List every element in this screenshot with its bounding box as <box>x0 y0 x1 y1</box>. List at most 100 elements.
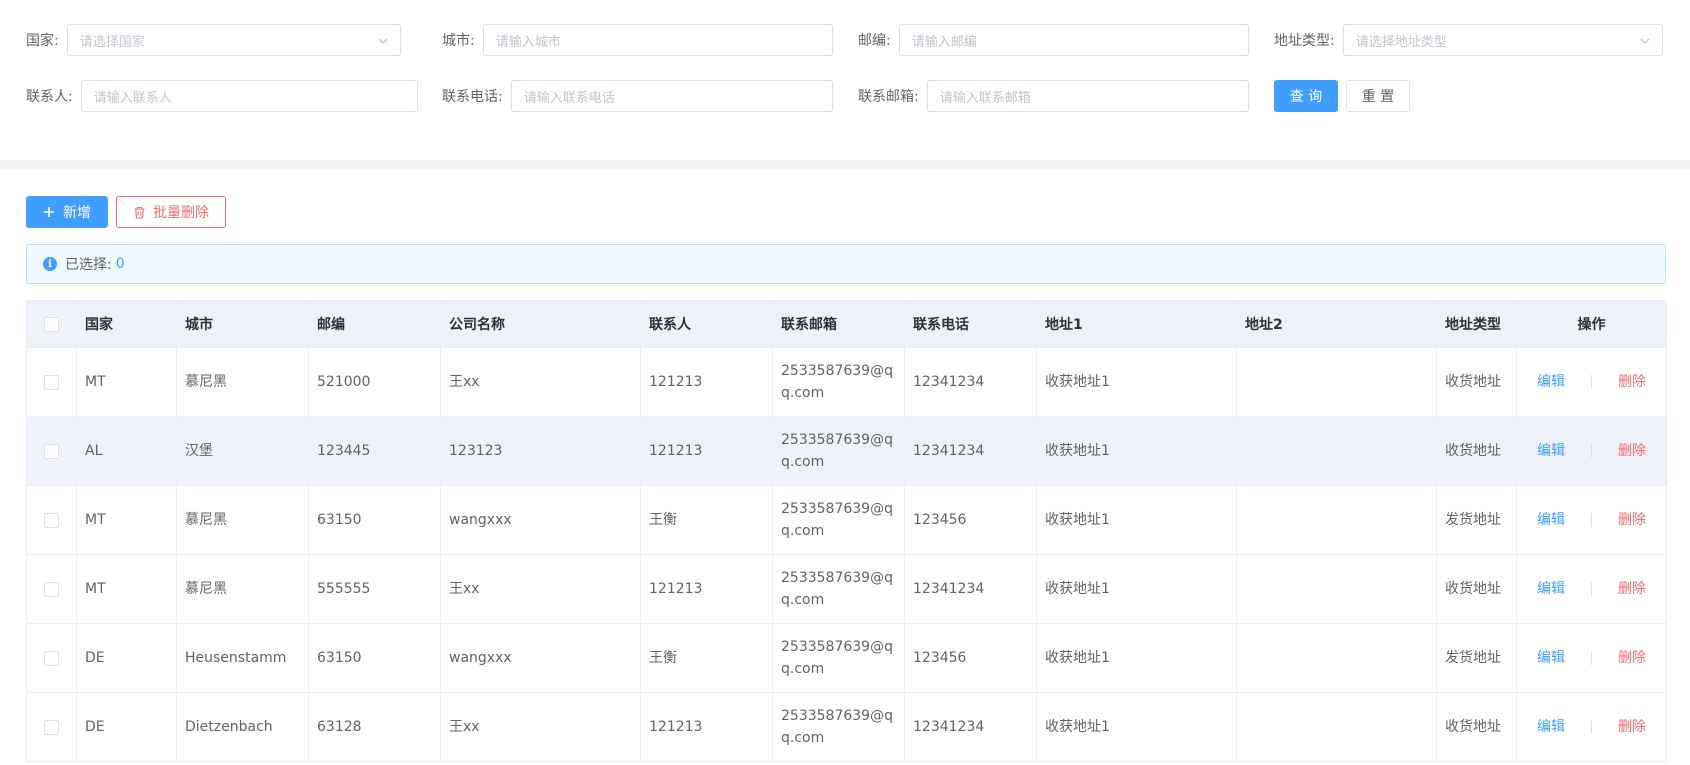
reset-button[interactable]: 重 置 <box>1346 80 1410 112</box>
cell-address2 <box>1236 623 1437 693</box>
table-row: MT 慕尼黑 521000 王xx 121213 2533587639@qq.c… <box>26 347 1667 417</box>
batch-delete-label: 批量删除 <box>153 205 209 221</box>
row-select-cell <box>26 554 77 624</box>
cell-email: 2533587639@qq.com <box>772 554 905 624</box>
row-select-cell <box>26 623 77 693</box>
edit-link[interactable]: 编辑 <box>1537 578 1565 600</box>
cell-email: 2533587639@qq.com <box>772 485 905 555</box>
address-type-placeholder: 请选择地址类型 <box>1355 34 1447 50</box>
city-input[interactable]: 请输入城市 <box>482 24 833 56</box>
action-divider <box>1591 444 1592 458</box>
cell-email: 2533587639@qq.com <box>772 416 905 486</box>
cell-address1: 收获地址1 <box>1036 623 1237 693</box>
delete-link[interactable]: 删除 <box>1618 509 1646 531</box>
delete-link[interactable]: 删除 <box>1618 578 1646 600</box>
address-type-select[interactable]: 请选择地址类型 <box>1342 24 1663 56</box>
row-actions: 编辑 删除 <box>1525 509 1658 531</box>
edit-link[interactable]: 编辑 <box>1537 371 1565 393</box>
delete-link[interactable]: 删除 <box>1618 371 1646 393</box>
cell-contact: 121213 <box>640 692 773 762</box>
edit-link[interactable]: 编辑 <box>1537 716 1565 738</box>
row-checkbox[interactable] <box>44 512 59 528</box>
action-divider <box>1591 651 1592 665</box>
select-all-cell <box>26 300 77 348</box>
cell-country: DE <box>76 692 177 762</box>
cell-country: MT <box>76 485 177 555</box>
cell-address2 <box>1236 554 1437 624</box>
cell-contact: 121213 <box>640 347 773 417</box>
cell-city: Heusenstamm <box>176 623 309 693</box>
zip-filter: 邮编: 请输入邮编 <box>858 24 1249 56</box>
row-select-cell <box>26 692 77 762</box>
header-company[interactable]: 公司名称 <box>440 300 641 348</box>
select-all-checkbox[interactable] <box>44 316 59 332</box>
header-address1[interactable]: 地址1 <box>1036 300 1237 348</box>
email-placeholder: 请输入联系邮箱 <box>939 90 1031 106</box>
delete-link[interactable]: 删除 <box>1618 647 1646 669</box>
selection-label: 已选择: <box>65 257 112 273</box>
table-header-row: 国家 城市 邮编 公司名称 联系人 联系邮箱 联系电话 地址1 地址2 地址类型… <box>26 300 1667 348</box>
cell-zip: 63150 <box>308 485 441 555</box>
header-contact[interactable]: 联系人 <box>640 300 773 348</box>
cell-email: 2533587639@qq.com <box>772 347 905 417</box>
email-input[interactable]: 请输入联系邮箱 <box>926 80 1249 112</box>
email-filter: 联系邮箱: 请输入联系邮箱 <box>858 80 1249 112</box>
zip-input[interactable]: 请输入邮编 <box>898 24 1249 56</box>
phone-input[interactable]: 请输入联系电话 <box>510 80 833 112</box>
contact-input[interactable]: 请输入联系人 <box>80 80 418 112</box>
header-email[interactable]: 联系邮箱 <box>772 300 905 348</box>
header-phone[interactable]: 联系电话 <box>904 300 1037 348</box>
address-type-filter: 地址类型: 请选择地址类型 <box>1274 24 1663 56</box>
zip-placeholder: 请输入邮编 <box>911 34 977 50</box>
cell-country: DE <box>76 623 177 693</box>
row-checkbox[interactable] <box>44 719 59 735</box>
chevron-down-icon <box>1640 38 1650 44</box>
selection-count: 0 <box>115 256 125 272</box>
country-placeholder: 请选择国家 <box>79 34 145 50</box>
chevron-down-icon <box>378 38 388 44</box>
cell-address1: 收获地址1 <box>1036 554 1237 624</box>
cell-zip: 63150 <box>308 623 441 693</box>
delete-link[interactable]: 删除 <box>1618 440 1646 462</box>
info-icon: i <box>43 257 57 271</box>
delete-link[interactable]: 删除 <box>1618 716 1646 738</box>
row-select-cell <box>26 416 77 486</box>
cell-phone: 123456 <box>904 623 1037 693</box>
header-city[interactable]: 城市 <box>176 300 309 348</box>
cell-zip: 521000 <box>308 347 441 417</box>
header-country[interactable]: 国家 <box>76 300 177 348</box>
cell-zip: 63128 <box>308 692 441 762</box>
cell-country: AL <box>76 416 177 486</box>
table-row: DE Dietzenbach 63128 王xx 121213 25335876… <box>26 692 1667 762</box>
cell-contact: 王衡 <box>640 623 773 693</box>
cell-address2 <box>1236 416 1437 486</box>
batch-delete-button[interactable]: 批量删除 <box>116 196 226 228</box>
header-zip[interactable]: 邮编 <box>308 300 441 348</box>
edit-link[interactable]: 编辑 <box>1537 647 1565 669</box>
row-checkbox[interactable] <box>44 374 59 390</box>
city-filter: 城市: 请输入城市 <box>442 24 833 56</box>
cell-address-type: 收货地址 <box>1436 416 1517 486</box>
cell-city: Dietzenbach <box>176 692 309 762</box>
header-address-type[interactable]: 地址类型 <box>1436 300 1517 348</box>
row-actions: 编辑 删除 <box>1525 440 1658 462</box>
cell-address1: 收获地址1 <box>1036 416 1237 486</box>
header-address2[interactable]: 地址2 <box>1236 300 1437 348</box>
cell-address-type: 收货地址 <box>1436 692 1517 762</box>
plus-icon <box>44 207 54 217</box>
row-checkbox[interactable] <box>44 443 59 459</box>
cell-city: 汉堡 <box>176 416 309 486</box>
zip-label: 邮编: <box>858 33 891 49</box>
country-select[interactable]: 请选择国家 <box>66 24 401 56</box>
cell-address-type: 发货地址 <box>1436 623 1517 693</box>
row-checkbox[interactable] <box>44 581 59 597</box>
query-button[interactable]: 查 询 <box>1274 80 1338 112</box>
edit-link[interactable]: 编辑 <box>1537 440 1565 462</box>
row-select-cell <box>26 485 77 555</box>
row-checkbox[interactable] <box>44 650 59 666</box>
cell-company: 123123 <box>440 416 641 486</box>
table-row: DE Heusenstamm 63150 wangxxx 王衡 25335876… <box>26 623 1667 693</box>
add-button[interactable]: 新增 <box>26 196 108 228</box>
cell-address-type: 发货地址 <box>1436 485 1517 555</box>
edit-link[interactable]: 编辑 <box>1537 509 1565 531</box>
